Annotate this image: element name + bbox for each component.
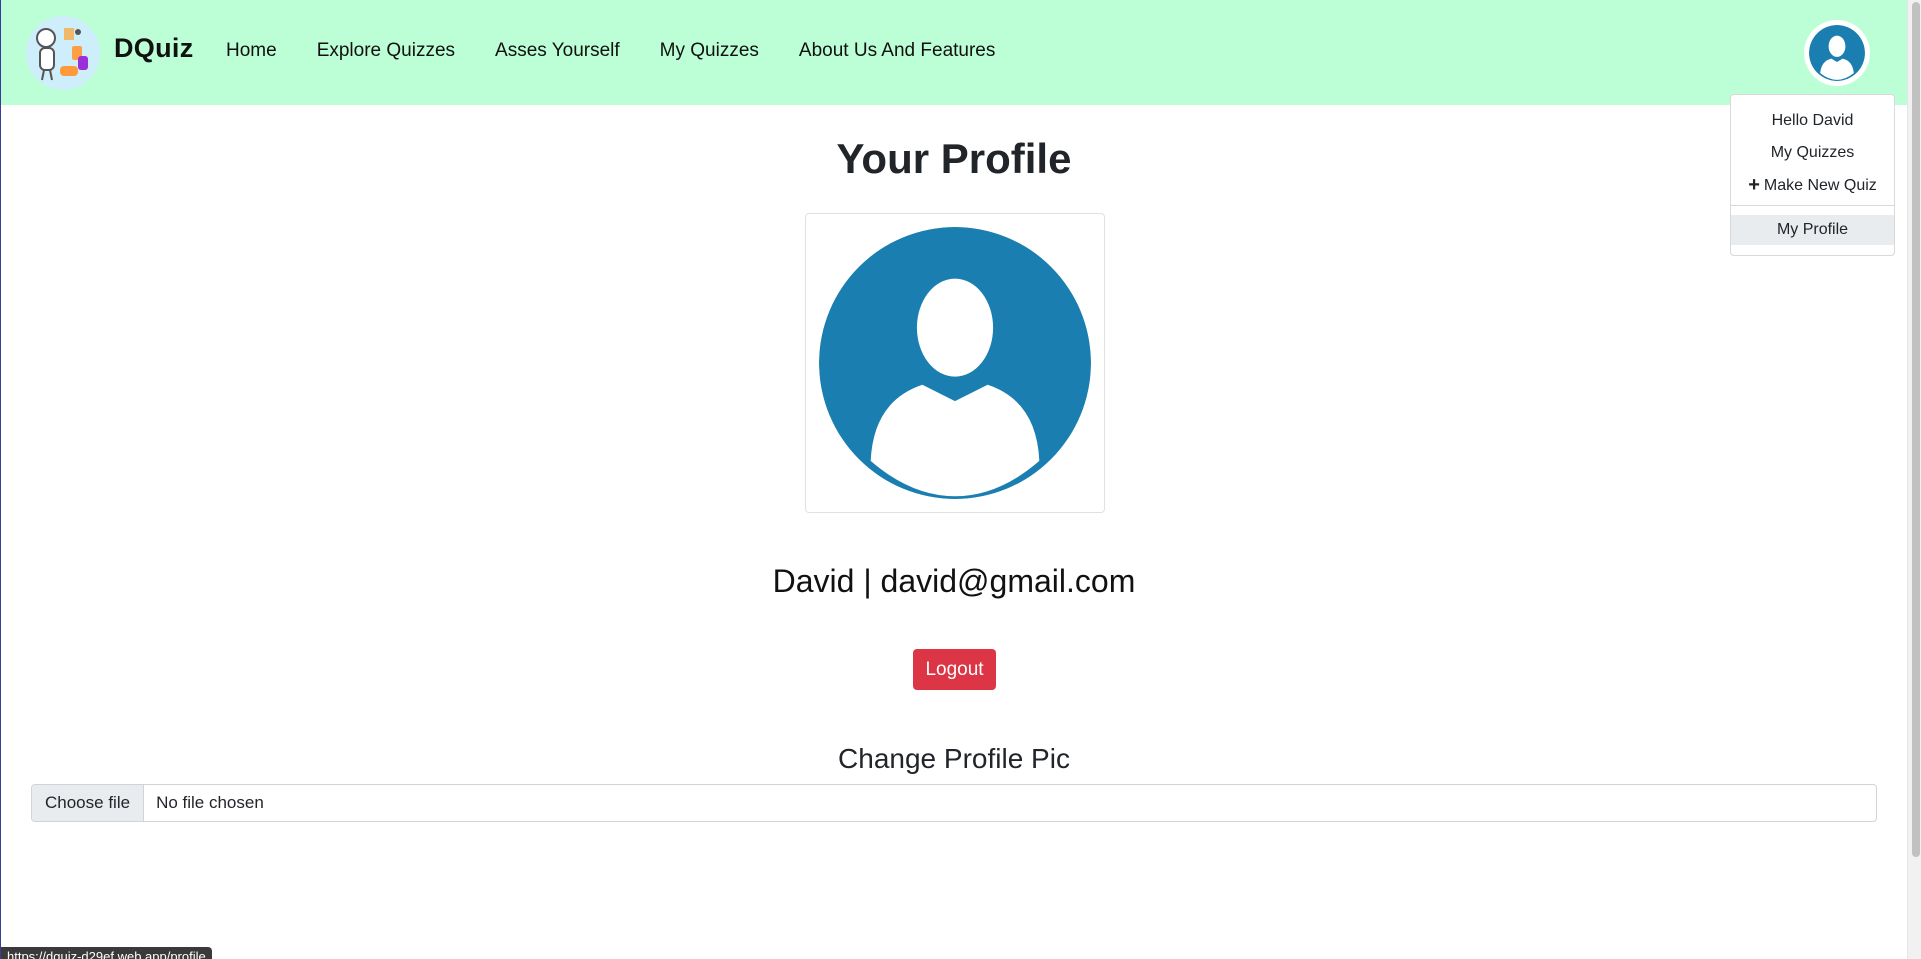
page: DQuiz Home Explore Quizzes Asses Yoursel… xyxy=(0,0,1921,959)
dropdown-my-profile[interactable]: My Profile xyxy=(1731,215,1894,245)
change-profile-pic-title: Change Profile Pic xyxy=(838,743,1070,774)
nav-my-quizzes[interactable]: My Quizzes xyxy=(660,40,759,62)
status-bar-url: https://dquiz-d29ef.web.app/profile xyxy=(1,947,212,959)
profile-picture-frame xyxy=(805,213,1105,513)
profile-avatar-icon xyxy=(819,227,1091,499)
navbar: DQuiz Home Explore Quizzes Asses Yoursel… xyxy=(1,0,1907,105)
scrollbar-thumb[interactable] xyxy=(1912,2,1920,857)
robot-logo-icon xyxy=(26,16,100,90)
user-name-email: David | david@gmail.com xyxy=(772,563,1136,599)
dropdown-greeting: Hello David xyxy=(1771,112,1854,129)
page-title: Your Profile xyxy=(836,135,1072,182)
nav-about-us[interactable]: About Us And Features xyxy=(799,40,995,62)
nav-explore-quizzes[interactable]: Explore Quizzes xyxy=(317,40,455,62)
logout-button[interactable]: Logout xyxy=(913,649,996,690)
choose-file-button[interactable]: Choose file xyxy=(32,785,145,821)
user-avatar-icon xyxy=(1809,25,1865,81)
nav-home[interactable]: Home xyxy=(226,40,277,62)
nav-links: Home Explore Quizzes Asses Yourself My Q… xyxy=(226,40,1035,62)
profile-pic-file-input[interactable]: Choose file No file chosen xyxy=(31,784,1877,822)
nav-asses-yourself[interactable]: Asses Yourself xyxy=(495,40,620,62)
user-menu-toggle[interactable] xyxy=(1804,20,1870,86)
brand-name[interactable]: DQuiz xyxy=(114,33,194,64)
brand-logo[interactable] xyxy=(26,16,100,90)
page-scrollbar[interactable] xyxy=(1907,0,1921,959)
file-status-label: No file chosen xyxy=(156,793,264,812)
dropdown-divider xyxy=(1731,205,1894,206)
